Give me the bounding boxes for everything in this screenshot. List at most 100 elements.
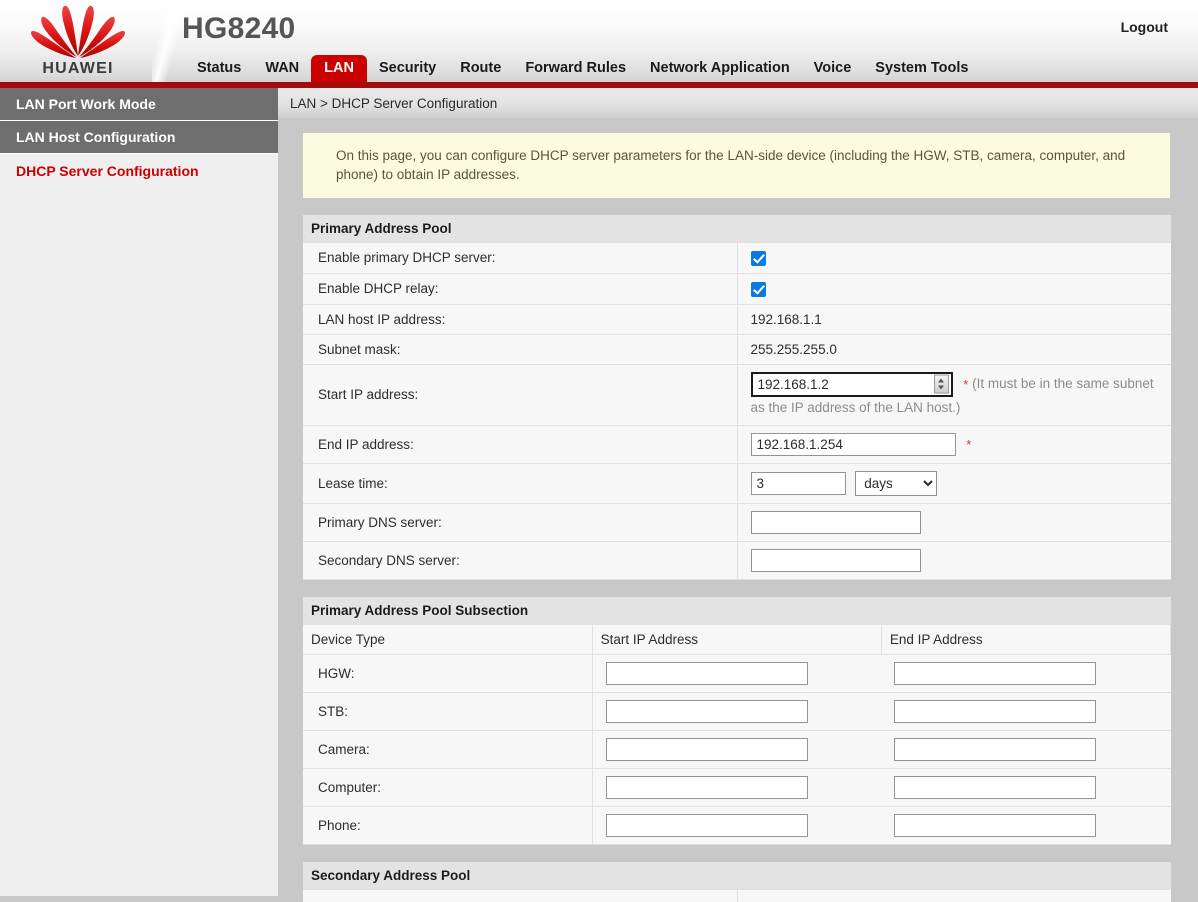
primary-address-pool-table: Primary Address Pool Enable primary DHCP… — [303, 215, 1171, 580]
end-ip-input[interactable] — [894, 737, 1097, 761]
cell-end-ip: * — [737, 424, 1171, 464]
cell-enable-dhcp-relay — [737, 272, 1171, 305]
cell-lease-time: dayshoursminutes — [737, 462, 1171, 504]
row-secondary-dns: Secondary DNS server: — [303, 540, 1171, 580]
label-subnet-mask: Subnet mask: — [303, 333, 738, 365]
end-ip-cell — [881, 653, 1171, 693]
table-row: Computer: — [303, 767, 1171, 807]
device-type-label: Phone: — [303, 805, 593, 845]
main-content: LAN > DHCP Server Configuration On this … — [278, 88, 1198, 902]
start-ip-input[interactable] — [605, 775, 808, 799]
primary-dns-input[interactable] — [750, 510, 921, 534]
value-lan-host-ip: 192.168.1.1 — [737, 303, 1171, 335]
nav-item-status[interactable]: Status — [185, 57, 253, 83]
start-ip-cell — [592, 653, 882, 693]
section-header-primary-pool: Primary Address Pool — [303, 215, 1171, 243]
huawei-flower-icon — [31, 5, 125, 58]
page-header: HUAWEI HG8240 Logout Status WAN LAN Securit… — [0, 0, 1198, 88]
end-ip-input[interactable] — [894, 699, 1097, 723]
sidebar: LAN Port Work Mode LAN Host Configuration… — [0, 88, 278, 896]
secondary-dns-input[interactable] — [750, 548, 921, 572]
start-ip-required-mark: * — [963, 376, 969, 392]
nav-item-voice[interactable]: Voice — [802, 57, 864, 83]
cell-enable-primary-dhcp — [737, 242, 1171, 274]
enable-dhcp-relay-checkbox[interactable] — [750, 281, 766, 297]
table-row: HGW: — [303, 653, 1171, 693]
device-type-label: HGW: — [303, 653, 593, 693]
column-header-start-ip: Start IP Address — [592, 623, 882, 655]
start-ip-spinner-wrap — [750, 371, 953, 397]
row-lease-time: Lease time: dayshoursminutes — [303, 462, 1171, 504]
row-start-ip: Start IP address: * (It must be in the s… — [303, 363, 1171, 426]
logout-link[interactable]: Logout — [1121, 19, 1168, 35]
section-title: Secondary Address Pool — [303, 861, 1171, 890]
start-ip-input[interactable] — [605, 737, 808, 761]
breadcrumb: LAN > DHCP Server Configuration — [278, 88, 1198, 118]
nav-item-route[interactable]: Route — [448, 57, 513, 83]
subsection-column-headers: Device Type Start IP Address End IP Addr… — [303, 623, 1172, 655]
end-ip-cell — [881, 691, 1171, 731]
page-body: LAN Port Work Mode LAN Host Configuration… — [0, 88, 1198, 902]
label-enable-primary-dhcp: Enable primary DHCP server: — [303, 242, 738, 274]
start-ip-cell — [592, 691, 882, 731]
sidebar-item-lan-host-configuration[interactable]: LAN Host Configuration — [0, 121, 278, 154]
start-ip-cell — [592, 805, 882, 845]
nav-item-lan[interactable]: LAN — [311, 54, 367, 82]
secondary-address-pool-table: Secondary Address Pool Enable secondary … — [303, 861, 1171, 902]
table-row: STB: — [303, 691, 1171, 731]
device-type-label: STB: — [303, 691, 593, 731]
end-ip-input[interactable] — [750, 432, 956, 456]
lease-time-input[interactable] — [750, 471, 846, 495]
info-notice: On this page, you can configure DHCP ser… — [303, 133, 1170, 198]
row-enable-primary-dhcp: Enable primary DHCP server: — [303, 242, 1171, 274]
section-title: Primary Address Pool Subsection — [303, 596, 1171, 625]
end-ip-input[interactable] — [894, 813, 1097, 837]
section-header-subsection: Primary Address Pool Subsection — [303, 596, 1171, 625]
sidebar-item-lan-port-work-mode[interactable]: LAN Port Work Mode — [0, 88, 278, 121]
nav-item-forward-rules[interactable]: Forward Rules — [513, 57, 638, 83]
end-ip-input[interactable] — [894, 775, 1097, 799]
device-type-label: Camera: — [303, 729, 593, 769]
start-ip-input[interactable] — [605, 661, 808, 685]
nav-item-security[interactable]: Security — [367, 57, 448, 83]
start-ip-input[interactable] — [750, 371, 953, 397]
end-ip-cell — [881, 729, 1171, 769]
sidebar-item-dhcp-server-configuration[interactable]: DHCP Server Configuration — [0, 154, 278, 187]
nav-item-system-tools[interactable]: System Tools — [863, 57, 980, 83]
label-secondary-dns: Secondary DNS server: — [303, 540, 738, 580]
label-end-ip: End IP address: — [303, 424, 738, 464]
row-subnet-mask: Subnet mask: 255.255.255.0 — [303, 333, 1171, 365]
label-primary-dns: Primary DNS server: — [303, 502, 738, 542]
start-ip-input[interactable] — [605, 699, 808, 723]
row-enable-dhcp-relay: Enable DHCP relay: — [303, 272, 1171, 305]
label-enable-secondary-dhcp: Enable secondary DHCP server: — [303, 888, 738, 902]
cell-secondary-dns — [737, 540, 1171, 580]
label-lan-host-ip: LAN host IP address: — [303, 303, 738, 335]
cell-enable-secondary-dhcp — [737, 888, 1171, 902]
cell-start-ip: * (It must be in the same subnet as the … — [737, 363, 1171, 426]
end-ip-input[interactable] — [894, 661, 1097, 685]
row-enable-secondary-dhcp: Enable secondary DHCP server: — [303, 888, 1171, 902]
main-nav: Status WAN LAN Security Route Forward Rules Ne… — [185, 52, 980, 82]
column-header-device-type: Device Type — [303, 623, 593, 655]
end-ip-cell — [881, 767, 1171, 807]
nav-item-network-application[interactable]: Network Application — [638, 57, 802, 83]
column-header-end-ip: End IP Address — [881, 623, 1172, 655]
end-ip-required-mark: * — [966, 436, 972, 452]
table-row: Phone: — [303, 805, 1171, 845]
start-ip-cell — [592, 767, 882, 807]
row-lan-host-ip: LAN host IP address: 192.168.1.1 — [303, 303, 1171, 335]
nav-item-wan[interactable]: WAN — [253, 57, 311, 83]
model-title: HG8240 — [182, 12, 296, 45]
device-type-label: Computer: — [303, 767, 593, 807]
label-lease-time: Lease time: — [303, 462, 738, 504]
stepper-icon[interactable] — [933, 374, 949, 394]
row-end-ip: End IP address: * — [303, 424, 1171, 464]
start-ip-input[interactable] — [605, 813, 808, 837]
primary-pool-subsection-table: Primary Address Pool Subsection Device T… — [303, 596, 1172, 845]
enable-primary-dhcp-checkbox[interactable] — [750, 250, 766, 266]
huawei-logo: HUAWEI — [22, 4, 134, 80]
row-primary-dns: Primary DNS server: — [303, 502, 1171, 542]
lease-time-unit-select[interactable]: dayshoursminutes — [855, 470, 938, 496]
label-enable-dhcp-relay: Enable DHCP relay: — [303, 272, 738, 305]
